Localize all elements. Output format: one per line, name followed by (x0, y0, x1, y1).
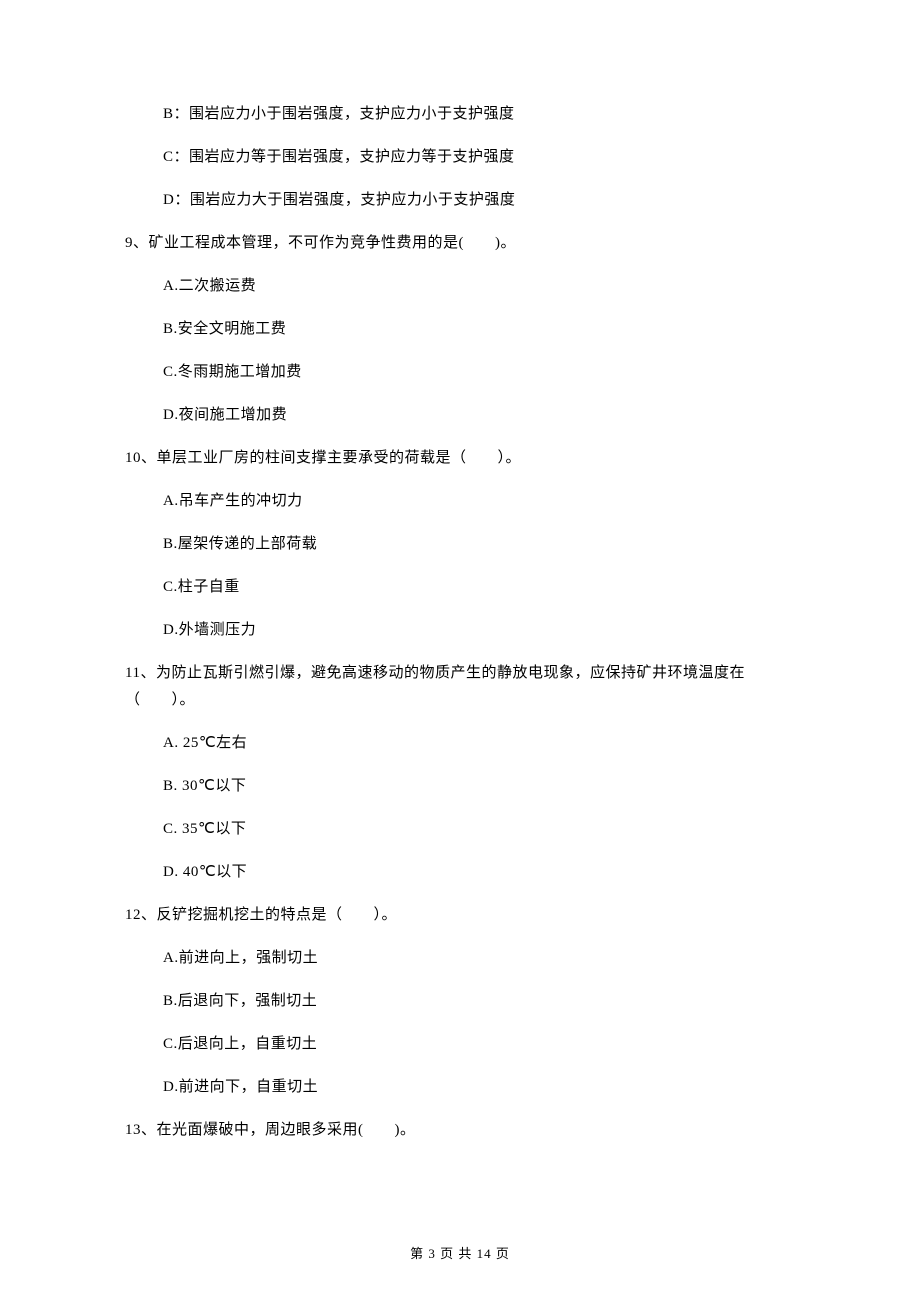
q10-option-a: A.吊车产生的冲切力 (163, 494, 795, 509)
document-page: B：围岩应力小于围岩强度，支护应力小于支护强度 C：围岩应力等于围岩强度，支护应… (0, 0, 920, 1302)
question-10: 10、单层工业厂房的柱间支撑主要承受的荷载是（ ）。 (125, 451, 795, 466)
option-c: C：围岩应力等于围岩强度，支护应力等于支护强度 (163, 150, 795, 165)
q12-option-b: B.后退向下，强制切土 (163, 994, 795, 1009)
question-9: 9、矿业工程成本管理，不可作为竞争性费用的是( )。 (125, 236, 795, 251)
option-d: D：围岩应力大于围岩强度，支护应力小于支护强度 (163, 193, 795, 208)
q9-option-a: A.二次搬运费 (163, 279, 795, 294)
question-12: 12、反铲挖掘机挖土的特点是（ ）。 (125, 908, 795, 923)
q11-option-a: A. 25℃左右 (163, 736, 795, 751)
q10-option-c: C.柱子自重 (163, 580, 795, 595)
option-b: B：围岩应力小于围岩强度，支护应力小于支护强度 (163, 107, 795, 122)
question-13: 13、在光面爆破中，周边眼多采用( )。 (125, 1123, 795, 1138)
q10-option-b: B.屋架传递的上部荷载 (163, 537, 795, 552)
q11-option-b: B. 30℃以下 (163, 779, 795, 794)
question-11-line2: （ ）。 (125, 693, 795, 708)
q11-option-d: D. 40℃以下 (163, 865, 795, 880)
q12-option-c: C.后退向上，自重切土 (163, 1037, 795, 1052)
q9-option-c: C.冬雨期施工增加费 (163, 365, 795, 380)
q9-option-b: B.安全文明施工费 (163, 322, 795, 337)
q12-option-d: D.前进向下，自重切土 (163, 1080, 795, 1095)
q10-option-d: D.外墙测压力 (163, 623, 795, 638)
q11-option-c: C. 35℃以下 (163, 822, 795, 837)
q12-option-a: A.前进向上，强制切土 (163, 951, 795, 966)
question-11-line1: 11、为防止瓦斯引燃引爆，避免高速移动的物质产生的静放电现象，应保持矿井环境温度… (125, 666, 795, 681)
page-footer: 第 3 页 共 14 页 (0, 1247, 920, 1260)
q9-option-d: D.夜间施工增加费 (163, 408, 795, 423)
